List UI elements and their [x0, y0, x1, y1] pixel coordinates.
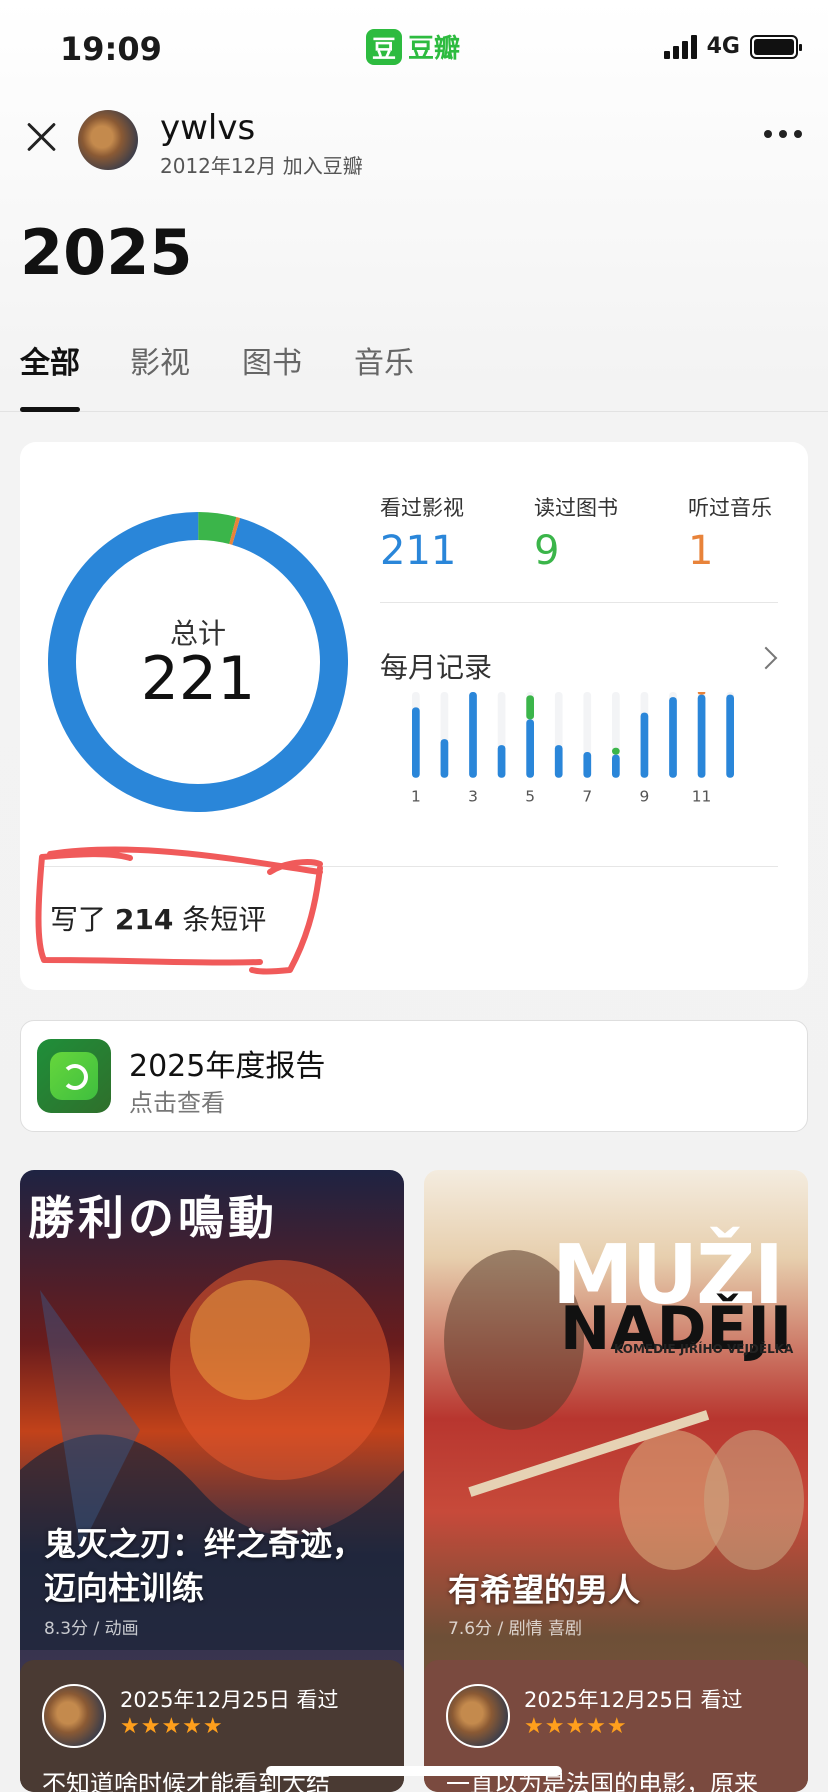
stat-books[interactable]: 读过图书 9 [534, 492, 618, 574]
tick-label: 5 [525, 788, 535, 806]
status-indicators: 4G [663, 34, 802, 59]
tab-bar: 全部 影视 图书 音乐 [0, 330, 828, 412]
chevron-right-icon[interactable] [754, 646, 778, 670]
monthly-record-title[interactable]: 每月记录 [380, 646, 492, 686]
reviews-suffix: 条短评 [182, 903, 267, 936]
avatar [42, 1684, 106, 1748]
poster-header: 勝利の鳴動 [28, 1191, 278, 1245]
app-indicator: 豆 豆瓣 [366, 28, 460, 65]
bar-影视-4 [497, 745, 506, 778]
more-icon[interactable] [764, 130, 802, 138]
rating-stars: ★★★★★ [524, 1714, 628, 1739]
bar-影视-3 [469, 692, 477, 778]
movie-meta: 8.3分 / 动画 [44, 1619, 139, 1639]
movie-card[interactable]: 勝利の鳴動 鬼灭之刃：绊之奇迹，迈向柱训练 8.3分 / 动画 2025年12月… [20, 1170, 404, 1792]
tick-label: 7 [582, 788, 592, 806]
home-indicator[interactable] [266, 1766, 562, 1776]
tick-label: 11 [692, 788, 712, 806]
tab-books[interactable]: 图书 [242, 338, 302, 382]
network-type: 4G [706, 34, 740, 59]
report-subtitle: 点击查看 [129, 1089, 225, 1117]
close-icon[interactable] [22, 116, 62, 156]
movie-meta: 7.6分 / 剧情 喜剧 [448, 1619, 582, 1639]
stat-label: 看过影视 [380, 496, 464, 520]
tick-label: 9 [640, 788, 650, 806]
movie-card[interactable]: MUŽI NADĚJI KOMEDIE JIŘÍHO VEJDĚLKA 有希望的… [424, 1170, 808, 1792]
bar-影视-10 [669, 697, 677, 778]
tick-label: 1 [411, 788, 421, 806]
bar-影视-8 [612, 754, 620, 778]
reviews-prefix: 写了 [50, 903, 107, 936]
bar-影视-5 [526, 719, 534, 778]
avatar [446, 1684, 510, 1748]
bar-影视-12 [726, 694, 734, 778]
poster-subtitle: KOMEDIE JIŘÍHO VEJDĚLKA [614, 1342, 794, 1356]
annual-report-card[interactable]: 2025年度报告 点击查看 [20, 1020, 808, 1132]
bar-影视-9 [640, 712, 649, 778]
tab-active-indicator [20, 407, 80, 412]
bar-影视-6 [554, 745, 563, 778]
movie-title: 鬼灭之刃：绊之奇迹，迈向柱训练 [44, 1525, 365, 1607]
battery-icon [750, 34, 802, 59]
status-time: 19:09 [60, 30, 162, 68]
report-app-icon [37, 1039, 111, 1113]
page-title: 2025 [20, 216, 193, 289]
stat-value: 211 [380, 528, 457, 574]
bar-影视-7 [583, 752, 592, 778]
signal-icon [663, 34, 697, 59]
user-name[interactable]: ywlvs [160, 108, 255, 148]
status-bar: 19:09 豆 豆瓣 4G [0, 0, 828, 96]
bar-影视-2 [440, 739, 449, 778]
movie-title: 有希望的男人 [448, 1571, 641, 1609]
review-date: 2025年12月25日 看过 [524, 1688, 743, 1712]
stat-label: 听过音乐 [688, 496, 772, 520]
stat-movies[interactable]: 看过影视 211 [380, 492, 464, 574]
monthly-bar-chart[interactable]: 1 3 5 7 9 11 [380, 692, 780, 812]
join-date: 2012年12月 加入豆瓣 [160, 154, 363, 178]
divider [42, 866, 778, 867]
total-value: 221 [140, 644, 256, 714]
reviews-count-line[interactable]: 写了 214 条短评 [50, 898, 266, 938]
stat-value: 9 [534, 528, 560, 574]
stat-value: 1 [688, 528, 714, 574]
bar-图书-5 [526, 695, 534, 720]
app-name: 豆瓣 [408, 34, 461, 64]
bar-影视-11 [697, 694, 706, 778]
tab-all[interactable]: 全部 [20, 338, 80, 382]
reviews-count: 214 [114, 903, 174, 936]
bar-图书-8 [612, 747, 620, 755]
bar-影视-1 [412, 707, 420, 778]
douban-app-icon: 豆 [366, 28, 402, 65]
review-date: 2025年12月25日 看过 [120, 1688, 339, 1712]
avatar[interactable] [78, 110, 138, 170]
rating-stars: ★★★★★ [120, 1714, 224, 1739]
stat-label: 读过图书 [534, 496, 618, 520]
divider [380, 602, 778, 603]
stat-music[interactable]: 听过音乐 1 [688, 492, 772, 574]
tab-music[interactable]: 音乐 [354, 338, 414, 382]
tab-movies[interactable]: 影视 [130, 338, 190, 382]
tick-label: 3 [468, 788, 478, 806]
report-title: 2025年度报告 [129, 1049, 326, 1084]
stats-card: 总计 221 看过影视 211 读过图书 9 听过音乐 1 每月记录 13579… [20, 442, 808, 990]
